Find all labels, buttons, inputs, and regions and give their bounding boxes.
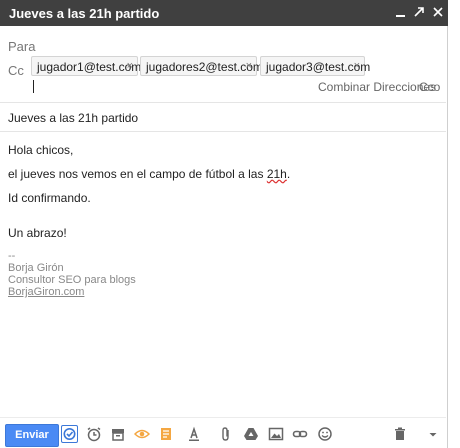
send-button[interactable]: Enviar [5, 424, 59, 447]
signature-link[interactable]: BorjaGiron.com [8, 286, 84, 298]
divider [0, 102, 446, 103]
drive-icon[interactable] [243, 426, 259, 442]
schedule-send-icon[interactable] [61, 425, 78, 443]
compose-window: Jueves a las 21h partido Para Cc jugador… [0, 0, 448, 448]
archive-icon[interactable] [110, 426, 126, 442]
recipient-chip[interactable]: jugador1@test.com × [31, 56, 141, 76]
more-options-icon[interactable] [425, 426, 441, 442]
recipient-chip[interactable]: jugadores2@test.com × [140, 56, 263, 76]
image-icon[interactable] [268, 426, 284, 442]
recipient-chip[interactable]: jugador3@test.com × [260, 56, 370, 76]
eye-icon[interactable] [134, 426, 150, 442]
popout-icon[interactable] [412, 5, 426, 19]
emoji-icon[interactable] [317, 426, 333, 442]
remove-recipient-icon[interactable]: × [354, 60, 360, 72]
close-icon[interactable] [431, 5, 445, 19]
alarm-icon[interactable] [86, 426, 102, 442]
attach-icon[interactable] [218, 426, 234, 442]
message-greeting[interactable]: Hola chicos, [8, 143, 73, 157]
misspelled-word[interactable]: 21h [267, 167, 287, 181]
subject-field[interactable]: Jueves a las 21h partido [8, 111, 138, 125]
message-closing[interactable]: Un abrazo! [8, 226, 67, 240]
message-line[interactable]: Id confirmando. [8, 191, 91, 205]
minimize-icon[interactable] [394, 5, 408, 19]
bcc-link[interactable]: Cco [419, 80, 440, 94]
message-text: . [286, 167, 291, 181]
signature-name: Borja Girón [8, 262, 64, 274]
signature-separator: -- [8, 250, 16, 262]
remove-recipient-icon[interactable]: × [246, 60, 252, 72]
message-text: el jueves nos vemos en el campo de fútbo… [8, 167, 267, 181]
toolbar-divider [0, 417, 446, 418]
text-format-icon[interactable] [186, 426, 202, 442]
divider [0, 131, 446, 132]
remove-recipient-icon[interactable]: × [127, 60, 133, 72]
compose-title: Jueves a las 21h partido [9, 6, 160, 21]
cc-field-label: Cc [8, 63, 24, 78]
compose-titlebar[interactable]: Jueves a las 21h partido [0, 0, 448, 26]
message-line[interactable]: el jueves nos vemos en el campo de fútbo… [8, 167, 290, 181]
to-field-label[interactable]: Para [8, 39, 35, 54]
note-icon[interactable] [158, 426, 174, 442]
signature-title: Consultor SEO para blogs [8, 274, 136, 286]
text-cursor [33, 80, 34, 93]
trash-icon[interactable] [392, 426, 408, 442]
link-icon[interactable] [292, 426, 308, 442]
